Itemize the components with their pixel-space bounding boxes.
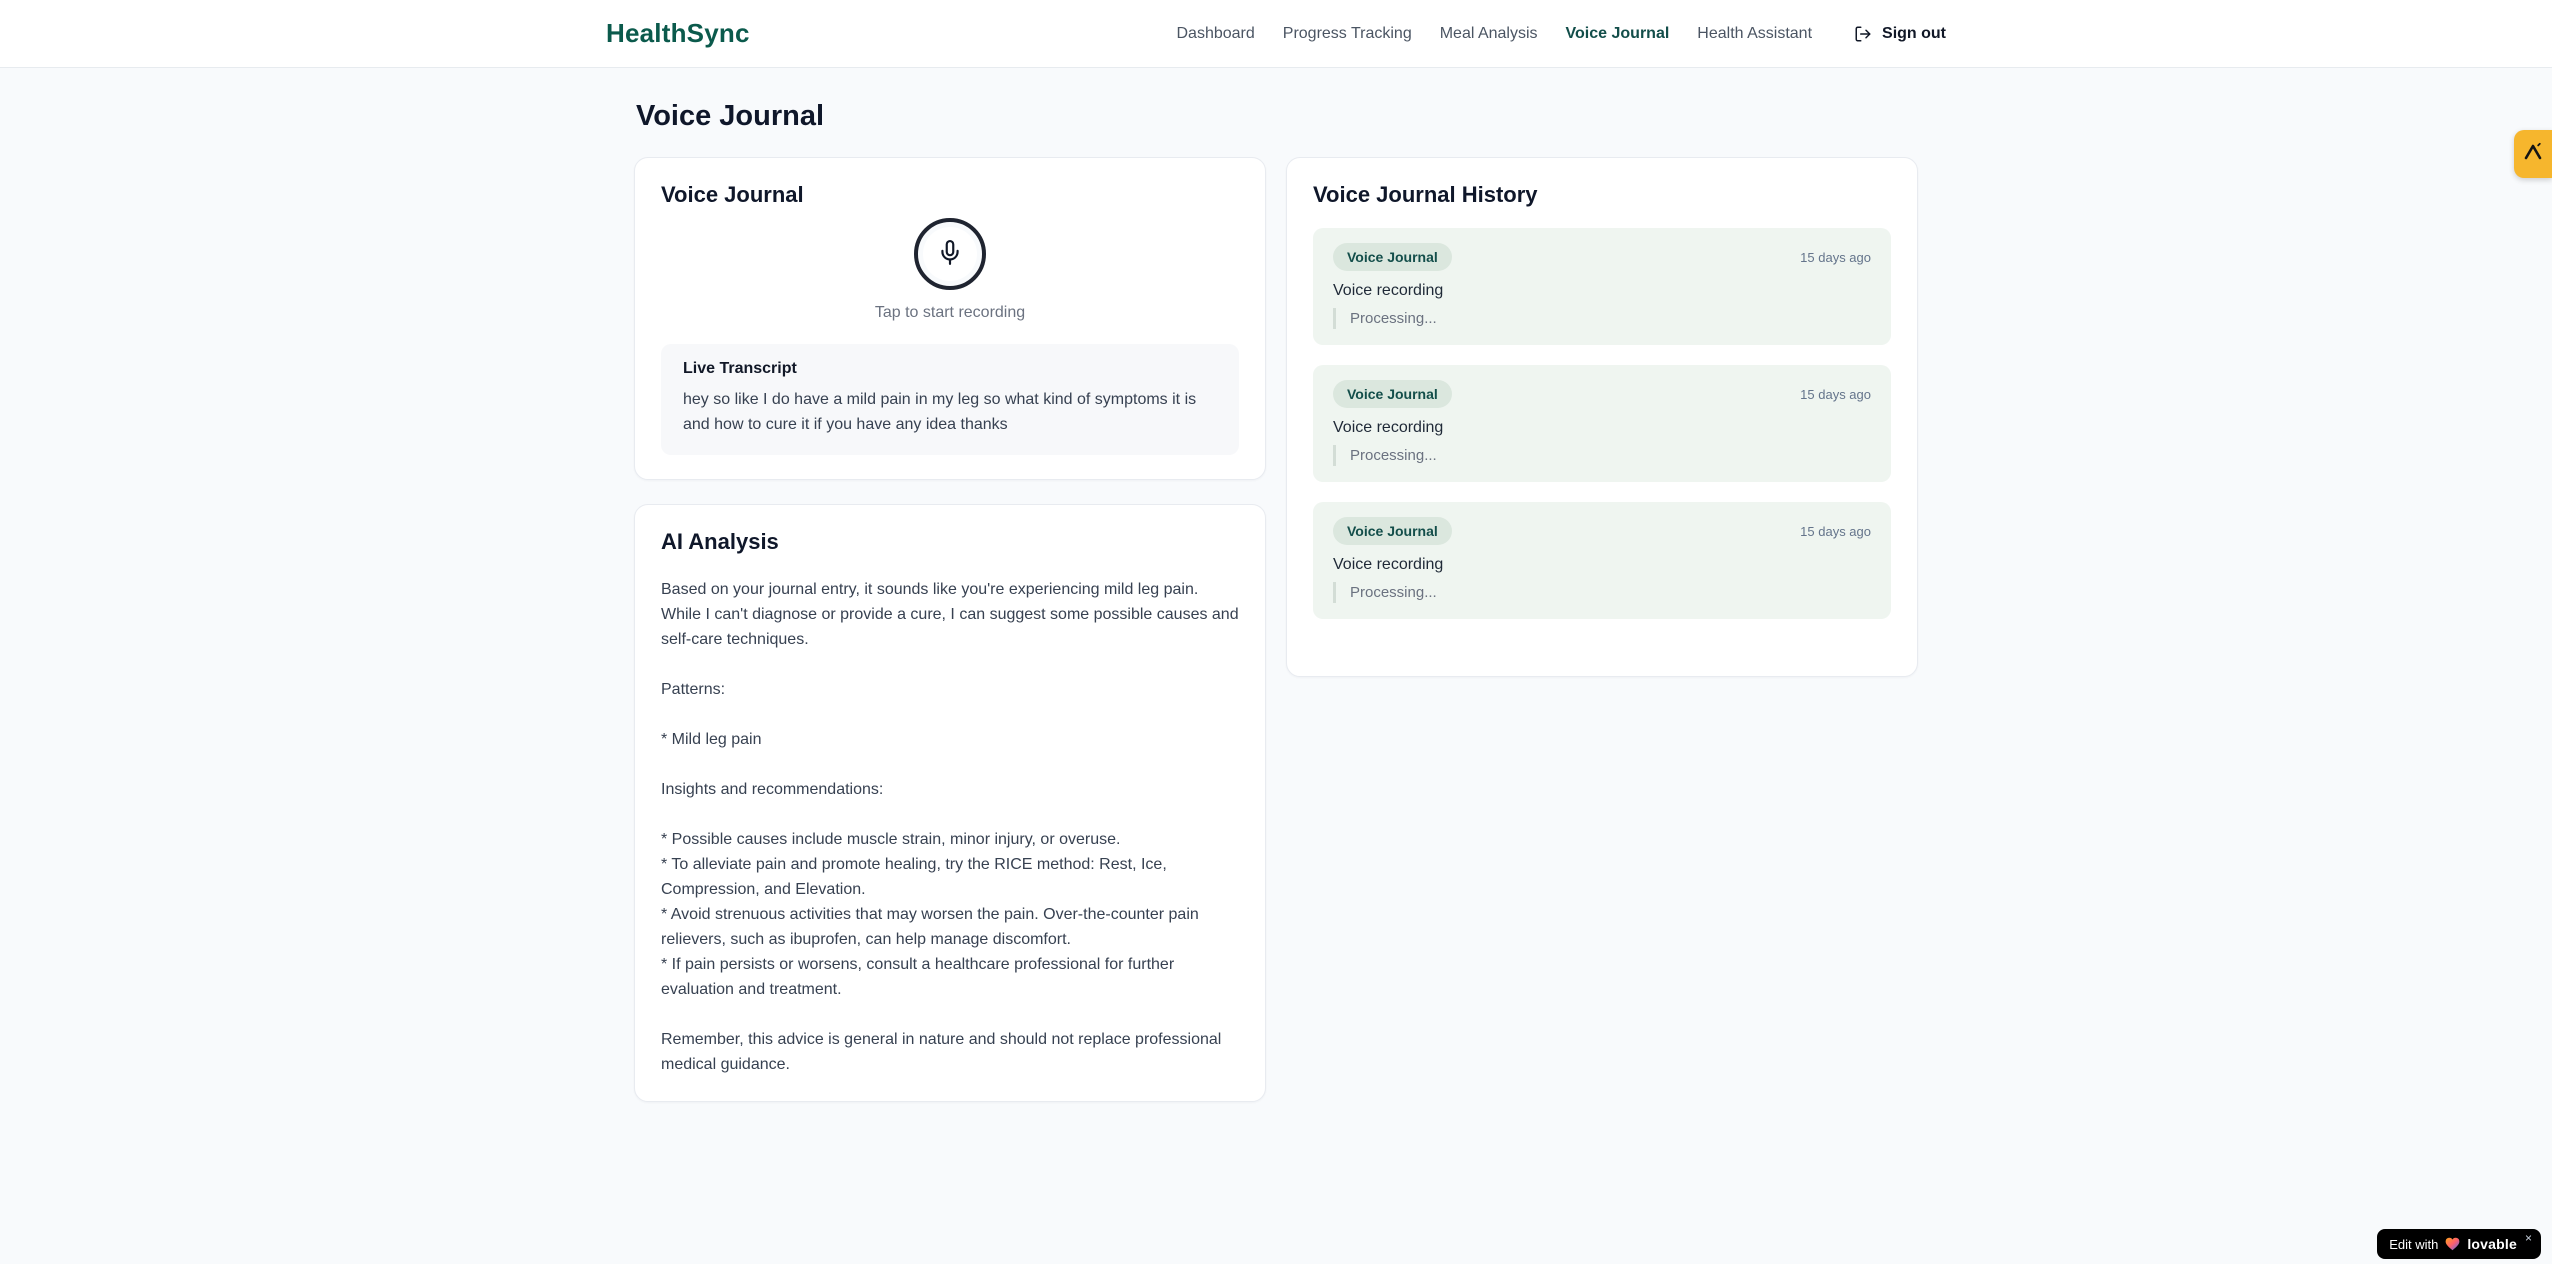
entry-title: Voice recording: [1333, 556, 1444, 573]
history-entry[interactable]: Voice Journal 15 days ago Voice recordin…: [1313, 502, 1891, 619]
logout-icon: [1854, 25, 1872, 43]
close-icon[interactable]: ×: [2525, 1232, 2532, 1244]
live-transcript-box: Live Transcript hey so like I do have a …: [661, 344, 1239, 455]
history-card-title: Voice Journal History: [1313, 182, 1538, 207]
lovable-brand: lovable: [2467, 1236, 2517, 1252]
history-entry-header: Voice Journal 15 days ago: [1333, 380, 1871, 408]
ai-analysis-title: AI Analysis: [661, 529, 779, 554]
sign-out-button[interactable]: Sign out: [1854, 25, 1946, 43]
entry-timestamp: 15 days ago: [1800, 386, 1871, 402]
heart-icon: [2445, 1237, 2460, 1251]
left-column: Voice Journal Tap to start recording Liv…: [634, 157, 1266, 1102]
nav-progress-tracking[interactable]: Progress Tracking: [1283, 25, 1412, 43]
history-entry[interactable]: Voice Journal 15 days ago Voice recordin…: [1313, 365, 1891, 482]
entry-title: Voice recording: [1333, 282, 1444, 299]
content-grid: Voice Journal Tap to start recording Liv…: [634, 157, 1918, 1102]
history-entry[interactable]: Voice Journal 15 days ago Voice recordin…: [1313, 228, 1891, 345]
live-transcript-text: hey so like I do have a mild pain in my …: [683, 391, 1197, 433]
entry-timestamp: 15 days ago: [1800, 249, 1871, 265]
lovable-badge[interactable]: Edit with lovable ×: [2377, 1229, 2541, 1259]
entry-timestamp: 15 days ago: [1800, 523, 1871, 539]
live-transcript-title: Live Transcript: [683, 360, 797, 377]
right-column: Voice Journal History Voice Journal 15 d…: [1286, 157, 1918, 677]
recorder-card: Voice Journal Tap to start recording Liv…: [634, 157, 1266, 480]
record-button[interactable]: [914, 218, 986, 290]
tap-hint: Tap to start recording: [874, 304, 1026, 321]
main-content: Voice Journal Voice Journal Tap to start…: [634, 100, 1918, 1102]
lambda-logo-icon: [2522, 142, 2544, 167]
header-inner: HealthSync Dashboard Progress Tracking M…: [606, 0, 1946, 67]
entry-status: Processing...: [1333, 445, 1871, 466]
history-entries: Voice Journal 15 days ago Voice recordin…: [1313, 228, 1891, 619]
page-title: Voice Journal: [636, 100, 825, 132]
history-entry-header: Voice Journal 15 days ago: [1333, 243, 1871, 271]
entry-status: Processing...: [1333, 308, 1871, 329]
recorder-area: Tap to start recording: [661, 208, 1239, 322]
entry-title: Voice recording: [1333, 419, 1444, 436]
history-entry-header: Voice Journal 15 days ago: [1333, 517, 1871, 545]
nav-voice-journal[interactable]: Voice Journal: [1566, 25, 1670, 43]
extension-side-tab[interactable]: [2514, 130, 2552, 178]
main-nav: Dashboard Progress Tracking Meal Analysi…: [1177, 25, 1947, 43]
lovable-prefix: Edit with: [2389, 1236, 2439, 1252]
brand-logo[interactable]: HealthSync: [606, 18, 750, 49]
nav-meal-analysis[interactable]: Meal Analysis: [1440, 25, 1538, 43]
history-card: Voice Journal History Voice Journal 15 d…: [1286, 157, 1918, 677]
entry-status: Processing...: [1333, 582, 1871, 603]
sign-out-label: Sign out: [1882, 24, 1946, 42]
entry-type-badge: Voice Journal: [1333, 243, 1452, 271]
entry-type-badge: Voice Journal: [1333, 517, 1452, 545]
app-header: HealthSync Dashboard Progress Tracking M…: [0, 0, 2552, 68]
entry-type-badge: Voice Journal: [1333, 380, 1452, 408]
recorder-card-title: Voice Journal: [661, 182, 804, 207]
ai-analysis-card: AI Analysis Based on your journal entry,…: [634, 504, 1266, 1102]
ai-analysis-text: Based on your journal entry, it sounds l…: [661, 581, 1239, 1073]
microphone-icon: [937, 239, 963, 269]
nav-dashboard[interactable]: Dashboard: [1177, 25, 1255, 43]
nav-health-assistant[interactable]: Health Assistant: [1697, 25, 1812, 43]
